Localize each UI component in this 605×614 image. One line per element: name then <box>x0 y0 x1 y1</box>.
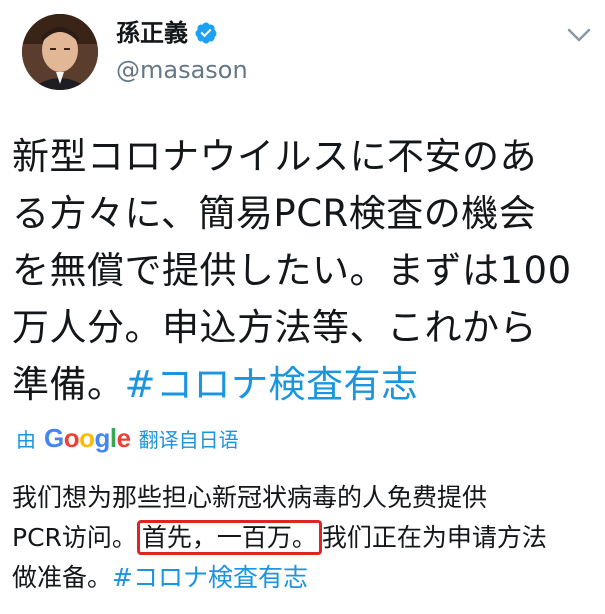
display-name[interactable]: 孫正義 <box>116 18 188 48</box>
translated-by-label: 由 <box>16 427 36 452</box>
google-logo-letter: l <box>109 422 117 453</box>
google-logo-letter: e <box>116 422 131 453</box>
tweet-text-line: を無償で提供したい。まずは100 <box>12 249 572 292</box>
name-row: 孫正義 <box>116 18 218 48</box>
google-logo: Google <box>44 423 131 454</box>
translated-text: 我们想为那些担心新冠状病毒的人免费提供 PCR访问。 首先，一百万。 我们正在为申请方… <box>12 478 597 598</box>
translated-line: 做准备。 <box>12 563 113 592</box>
google-logo-letter: o <box>79 422 95 453</box>
chevron-down-icon[interactable] <box>566 26 592 44</box>
avatar[interactable] <box>22 14 98 90</box>
verified-badge-icon <box>195 22 217 44</box>
user-handle[interactable]: @masason <box>116 55 248 85</box>
tweet-text-line: 準備。 <box>12 363 125 406</box>
google-logo-letter: G <box>44 422 64 453</box>
translated-hashtag-link[interactable]: #コロナ検査有志 <box>112 563 308 592</box>
hashtag-link[interactable]: #コロナ検査有志 <box>125 363 419 406</box>
tweet-card: 孫正義 @masason 新型コロナウイルスに不安のあ る方々に、簡易PCR検査の… <box>0 0 605 614</box>
tweet-text-line: る方々に、簡易PCR検査の機会 <box>12 192 537 235</box>
highlighted-phrase: 首先，一百万。 <box>136 520 322 555</box>
tweet-text-line: 万人分。申込方法等、これから <box>12 306 537 349</box>
google-logo-letter: o <box>63 422 80 453</box>
translated-line-end: 我们正在为申请方法 <box>321 523 547 552</box>
translated-line-start: PCR访问。 <box>12 523 137 552</box>
translated-line: 我们想为那些担心新冠状病毒的人免费提供 <box>12 483 488 512</box>
tweet-text: 新型コロナウイルスに不安のあ る方々に、簡易PCR検査の機会 を無償で提供したい。ま… <box>12 128 592 413</box>
translation-attribution: 由 Google 翻译自日语 <box>16 422 239 454</box>
tweet-text-line: 新型コロナウイルスに不安のあ <box>12 135 537 178</box>
translated-from-label[interactable]: 翻译自日语 <box>139 424 239 453</box>
google-logo-letter: g <box>94 422 111 453</box>
